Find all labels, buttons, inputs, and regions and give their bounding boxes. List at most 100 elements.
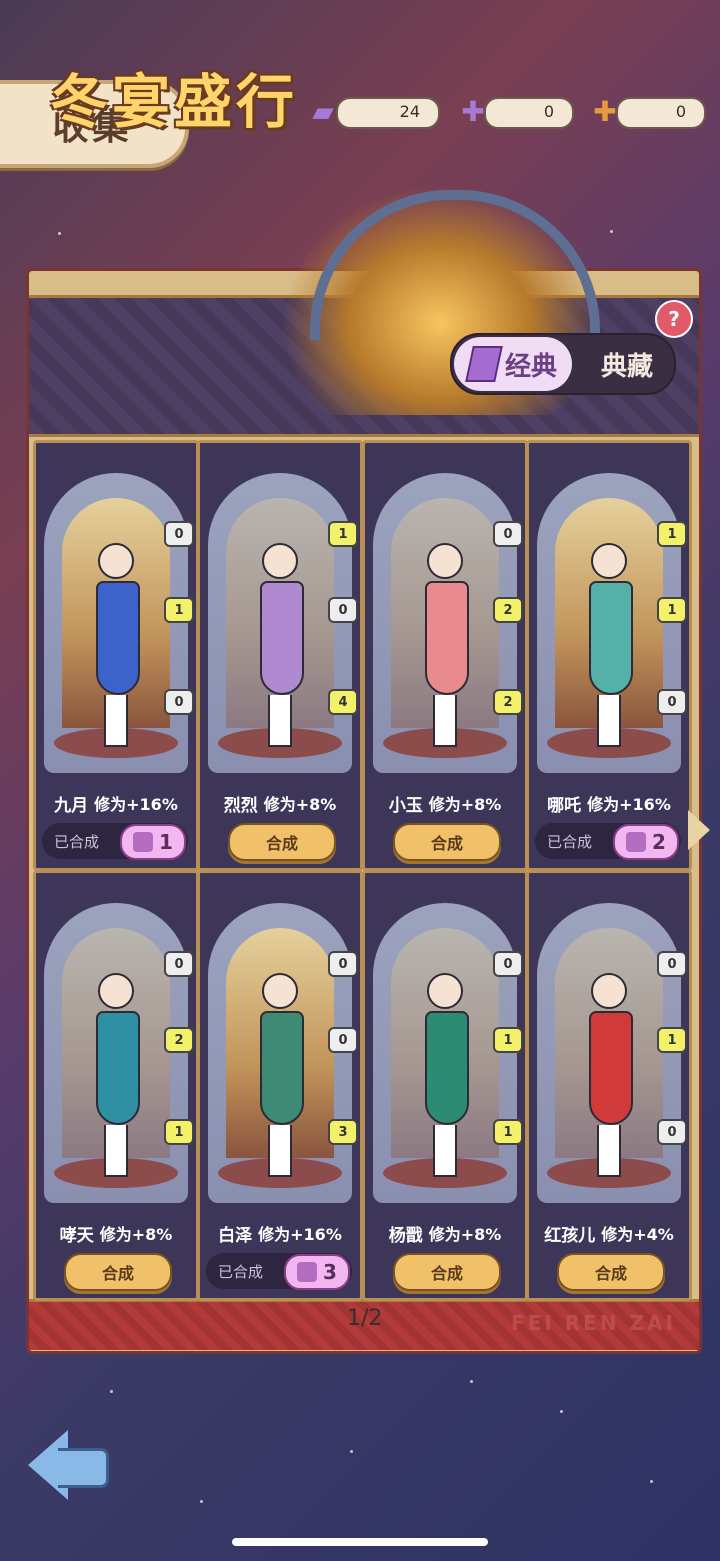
synthesized-status: 已合成 2 bbox=[535, 823, 681, 860]
character-portrait[interactable] bbox=[537, 903, 681, 1203]
character-portrait[interactable] bbox=[373, 903, 517, 1203]
fragment-count: 3 bbox=[323, 1260, 337, 1284]
figure-outfit bbox=[425, 581, 469, 695]
tab-classic[interactable]: 经典 bbox=[454, 337, 572, 391]
gem-icon bbox=[465, 346, 503, 382]
character-figure bbox=[96, 973, 140, 1177]
fragment-count-badge: 3 bbox=[328, 1119, 358, 1145]
fragment-count-badge: 0 bbox=[493, 521, 523, 547]
character-name: 烈烈 bbox=[223, 795, 258, 816]
figure-legs bbox=[104, 1125, 128, 1177]
character-card[interactable]: 0 1 0 九月 修为+16% 已合成 1 bbox=[33, 440, 199, 871]
fragment-count-badge: 0 bbox=[657, 951, 687, 977]
figure-head bbox=[262, 973, 298, 1009]
synthesize-button[interactable]: 合成 bbox=[393, 1253, 501, 1291]
character-bonus: 修为+16% bbox=[258, 1225, 342, 1244]
figure-outfit bbox=[589, 581, 633, 695]
character-portrait[interactable] bbox=[537, 473, 681, 773]
figure-outfit bbox=[96, 1011, 140, 1125]
fragment-pill[interactable]: 1 bbox=[120, 824, 186, 860]
figure-head bbox=[262, 543, 298, 579]
figure-head bbox=[427, 543, 463, 579]
character-figure bbox=[96, 543, 140, 747]
character-card[interactable]: 0 1 0 红孩儿 修为+4% 合成 bbox=[526, 870, 692, 1301]
ticket-icon: ▰ bbox=[312, 94, 334, 128]
synthesize-button[interactable]: 合成 bbox=[64, 1253, 172, 1291]
puzzle-icon bbox=[626, 832, 647, 852]
figure-outfit bbox=[96, 581, 140, 695]
figure-head bbox=[98, 543, 134, 579]
puzzle-icon bbox=[297, 1262, 318, 1282]
character-portrait[interactable] bbox=[44, 473, 188, 773]
character-portrait[interactable] bbox=[208, 903, 352, 1203]
fragment-pill[interactable]: 2 bbox=[613, 824, 679, 860]
character-figure bbox=[260, 543, 304, 747]
orange-puzzle-counter: 0 bbox=[616, 97, 706, 129]
character-name: 红孩儿 bbox=[544, 1225, 596, 1246]
panel-title: 冬宴盛行 bbox=[50, 68, 299, 136]
character-bonus: 修为+8% bbox=[428, 795, 502, 814]
character-card[interactable]: 0 1 1 杨戬 修为+8% 合成 bbox=[362, 870, 528, 1301]
figure-outfit bbox=[260, 1011, 304, 1125]
character-name: 九月 bbox=[54, 795, 89, 816]
puzzle-icon bbox=[133, 832, 154, 852]
fragment-count-badge: 0 bbox=[164, 689, 194, 715]
character-card[interactable]: 1 1 0 哪吒 修为+16% 已合成 2 bbox=[526, 440, 692, 871]
character-name: 杨戬 bbox=[388, 1225, 423, 1246]
character-bonus: 修为+8% bbox=[99, 1225, 173, 1244]
character-info: 九月 修为+16% bbox=[36, 788, 196, 818]
tab-classic-label: 经典 bbox=[504, 351, 557, 382]
fragment-pill[interactable]: 3 bbox=[284, 1254, 350, 1290]
character-card[interactable]: 1 0 4 烈烈 修为+8% 合成 bbox=[197, 440, 363, 871]
synthesize-button[interactable]: 合成 bbox=[393, 823, 501, 861]
character-portrait[interactable] bbox=[44, 903, 188, 1203]
synthesized-label: 已合成 bbox=[547, 832, 593, 851]
character-figure bbox=[589, 973, 633, 1177]
character-info: 小玉 修为+8% bbox=[365, 788, 525, 818]
synthesized-status: 已合成 3 bbox=[206, 1253, 352, 1290]
back-button[interactable] bbox=[28, 1430, 109, 1500]
character-card[interactable]: 0 0 3 白泽 修为+16% 已合成 3 bbox=[197, 870, 363, 1301]
figure-legs bbox=[268, 695, 292, 747]
character-name: 小玉 bbox=[388, 795, 423, 816]
fragment-count: 1 bbox=[159, 830, 173, 854]
character-portrait[interactable] bbox=[373, 473, 517, 773]
character-card[interactable]: 0 2 1 哮天 修为+8% 合成 bbox=[33, 870, 199, 1301]
fragment-count-badge: 4 bbox=[328, 689, 358, 715]
home-indicator[interactable] bbox=[232, 1538, 488, 1546]
character-figure bbox=[589, 543, 633, 747]
fragment-count-badge: 0 bbox=[164, 951, 194, 977]
fragment-count-badge: 2 bbox=[164, 1027, 194, 1053]
character-card[interactable]: 0 2 2 小玉 修为+8% 合成 bbox=[362, 440, 528, 871]
character-bonus: 修为+4% bbox=[601, 1225, 674, 1244]
ticket-count: 24 bbox=[399, 102, 420, 121]
character-bonus: 修为+8% bbox=[428, 1225, 502, 1244]
figure-head bbox=[98, 973, 134, 1009]
help-button[interactable]: ? bbox=[655, 300, 693, 338]
figure-legs bbox=[104, 695, 128, 747]
figure-outfit bbox=[425, 1011, 469, 1125]
character-bonus: 修为+8% bbox=[263, 795, 337, 814]
synthesized-status: 已合成 1 bbox=[42, 823, 188, 860]
synthesize-button[interactable]: 合成 bbox=[228, 823, 336, 861]
figure-legs bbox=[597, 1125, 621, 1177]
purple-puzzle-count: 0 bbox=[543, 102, 554, 121]
orange-puzzle-count: 0 bbox=[675, 102, 686, 121]
fragment-count: 2 bbox=[652, 830, 666, 854]
fragment-count-badge: 0 bbox=[328, 597, 358, 623]
synthesize-button[interactable]: 合成 bbox=[557, 1253, 665, 1291]
next-page-arrow-icon[interactable] bbox=[688, 810, 710, 850]
character-bonus: 修为+16% bbox=[94, 795, 178, 814]
character-figure bbox=[425, 543, 469, 747]
tab-collection[interactable]: 典藏 bbox=[582, 337, 672, 391]
figure-legs bbox=[597, 695, 621, 747]
character-portrait[interactable] bbox=[208, 473, 352, 773]
figure-legs bbox=[268, 1125, 292, 1177]
character-info: 哪吒 修为+16% bbox=[529, 788, 689, 818]
character-name: 白泽 bbox=[218, 1225, 253, 1246]
character-info: 红孩儿 修为+4% bbox=[529, 1218, 689, 1248]
footer-watermark: FEI REN ZAI bbox=[511, 1311, 676, 1335]
fragment-count-badge: 2 bbox=[493, 689, 523, 715]
character-bonus: 修为+16% bbox=[587, 795, 671, 814]
character-info: 杨戬 修为+8% bbox=[365, 1218, 525, 1248]
